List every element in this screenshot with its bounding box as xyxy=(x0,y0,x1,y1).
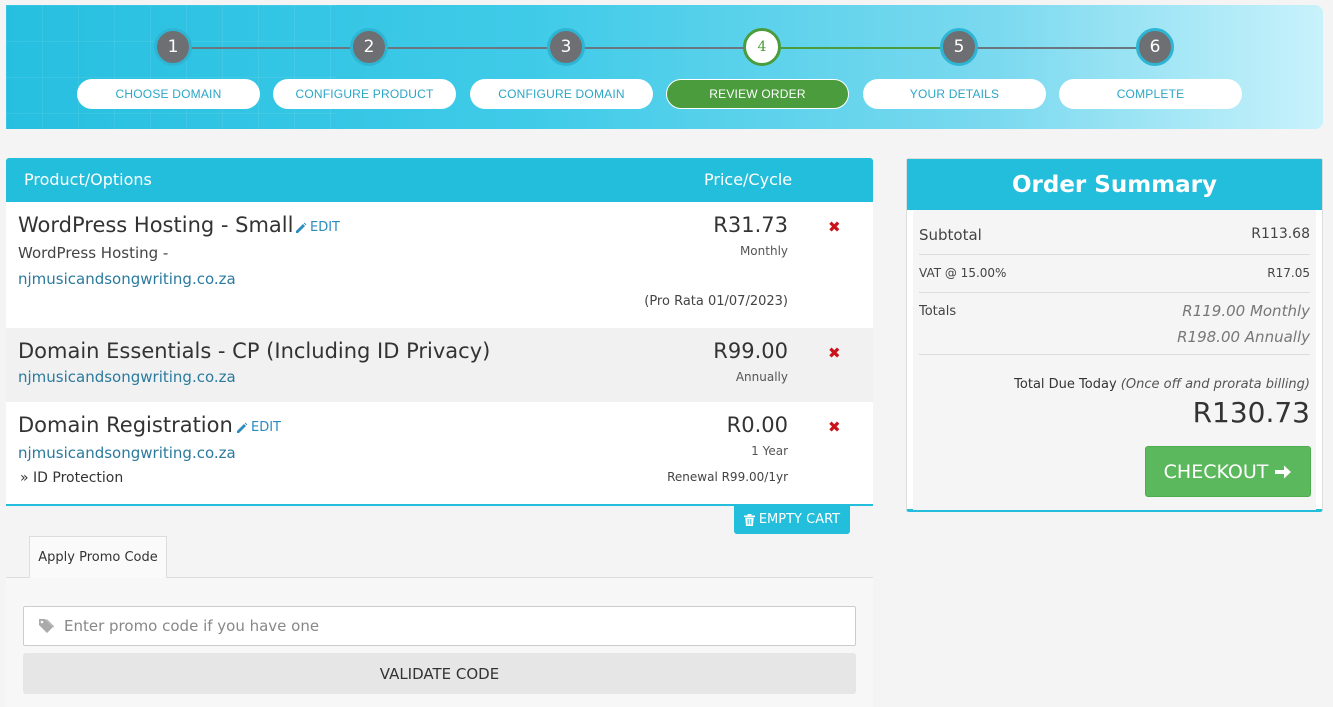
step-5-label: YOUR DETAILS xyxy=(863,79,1046,109)
item-name: WordPress Hosting - Small xyxy=(18,213,294,237)
step-1-label[interactable]: CHOOSE DOMAIN xyxy=(77,79,260,109)
total-due-note: (Once off and prorata billing) xyxy=(1120,377,1310,392)
trash-icon xyxy=(743,513,755,526)
remove-item-button[interactable]: ✖ xyxy=(828,344,841,362)
edit-link[interactable]: EDIT xyxy=(236,420,281,435)
totals-monthly: R119.00 Monthly xyxy=(1182,302,1310,320)
promo-code-input[interactable] xyxy=(64,617,824,635)
remove-item-button[interactable]: ✖ xyxy=(828,218,841,236)
step-connector xyxy=(174,47,370,49)
step-connector xyxy=(370,47,566,49)
edit-label: EDIT xyxy=(251,420,281,435)
item-cycle: 1 Year xyxy=(751,444,788,458)
column-header-price: Price/Cycle xyxy=(704,170,793,189)
cart-item: WordPress Hosting - Small EDIT WordPress… xyxy=(6,202,873,328)
tag-icon xyxy=(39,619,54,633)
cart-item: Domain Essentials - CP (Including ID Pri… xyxy=(6,328,873,402)
item-name: Domain Essentials - CP (Including ID Pri… xyxy=(18,339,491,363)
promo-code-field[interactable] xyxy=(23,606,856,646)
totals-label: Totals xyxy=(919,304,957,319)
item-domain: njmusicandsongwriting.co.za xyxy=(18,270,236,288)
item-cycle: Monthly xyxy=(739,244,788,258)
step-2-label[interactable]: CONFIGURE PRODUCT xyxy=(273,79,456,109)
banner-pattern xyxy=(6,5,336,129)
item-name: Domain Registration xyxy=(18,413,233,437)
step-3-label[interactable]: CONFIGURE DOMAIN xyxy=(470,79,653,109)
step-connector xyxy=(566,47,763,49)
vat-value: R17.05 xyxy=(1267,266,1310,280)
step-connector xyxy=(763,47,959,49)
step-4-circle: 4 xyxy=(743,28,781,66)
remove-item-button[interactable]: ✖ xyxy=(828,418,841,436)
pencil-icon xyxy=(296,222,307,233)
cart-table: Product/Options Price/Cycle WordPress Ho… xyxy=(6,158,873,506)
step-2-circle: 2 xyxy=(350,28,388,66)
empty-cart-button[interactable]: EMPTY CART xyxy=(734,505,850,534)
empty-cart-label: EMPTY CART xyxy=(758,512,841,527)
cart-table-header: Product/Options Price/Cycle xyxy=(6,158,873,202)
tab-apply-promo-code[interactable]: Apply Promo Code xyxy=(29,536,167,578)
step-1-circle: 1 xyxy=(154,28,192,66)
summary-divider xyxy=(919,292,1310,293)
item-cycle: Annually xyxy=(735,370,788,384)
column-header-product: Product/Options xyxy=(24,170,152,189)
checkout-label: CHECKOUT xyxy=(1163,460,1269,483)
step-connector xyxy=(959,47,1155,49)
total-due-amount: R130.73 xyxy=(1192,396,1310,429)
item-addon: » ID Protection xyxy=(20,470,124,486)
order-summary: Order Summary Subtotal R113.68 VAT @ 15.… xyxy=(906,158,1323,512)
arrow-right-icon xyxy=(1275,465,1292,478)
item-renewal-note: Renewal R99.00/1yr xyxy=(667,470,788,484)
item-price: R99.00 xyxy=(713,339,788,363)
item-domain: njmusicandsongwriting.co.za xyxy=(18,444,236,462)
edit-label: EDIT xyxy=(310,220,340,235)
cart-item: Domain Registration EDIT njmusicandsongw… xyxy=(6,402,873,506)
step-6-circle: 6 xyxy=(1136,28,1174,66)
item-price: R31.73 xyxy=(713,213,788,237)
edit-link[interactable]: EDIT xyxy=(295,220,340,235)
pencil-icon xyxy=(237,422,248,433)
subtotal-label: Subtotal xyxy=(919,226,982,244)
step-4-label: REVIEW ORDER xyxy=(666,79,849,109)
vat-row: VAT @ 15.00% R17.05 xyxy=(919,266,1310,280)
step-3-circle: 3 xyxy=(547,28,585,66)
summary-divider xyxy=(919,354,1310,355)
item-prorata-note: (Pro Rata 01/07/2023) xyxy=(644,294,788,309)
total-due-label: Total Due Today (Once off and prorata bi… xyxy=(1014,377,1310,392)
checkout-steps-banner: 1 2 3 4 5 6 CHOOSE DOMAIN CONFIGURE PROD… xyxy=(6,5,1323,129)
item-subtitle: WordPress Hosting - xyxy=(18,244,169,262)
validate-code-button[interactable]: VALIDATE CODE xyxy=(23,653,856,694)
subtotal-value: R113.68 xyxy=(1251,226,1310,242)
order-summary-title: Order Summary xyxy=(907,159,1322,210)
totals-annually: R198.00 Annually xyxy=(1177,328,1310,346)
checkout-button[interactable]: CHECKOUT xyxy=(1145,446,1311,497)
item-domain: njmusicandsongwriting.co.za xyxy=(18,368,236,386)
summary-divider xyxy=(919,254,1310,255)
item-price: R0.00 xyxy=(726,413,788,437)
step-5-circle: 5 xyxy=(940,28,978,66)
vat-label: VAT @ 15.00% xyxy=(919,266,1007,280)
total-due-text: Total Due Today xyxy=(1014,377,1117,392)
step-6-label: COMPLETE xyxy=(1059,79,1242,109)
subtotal-row: Subtotal R113.68 xyxy=(919,226,1310,244)
